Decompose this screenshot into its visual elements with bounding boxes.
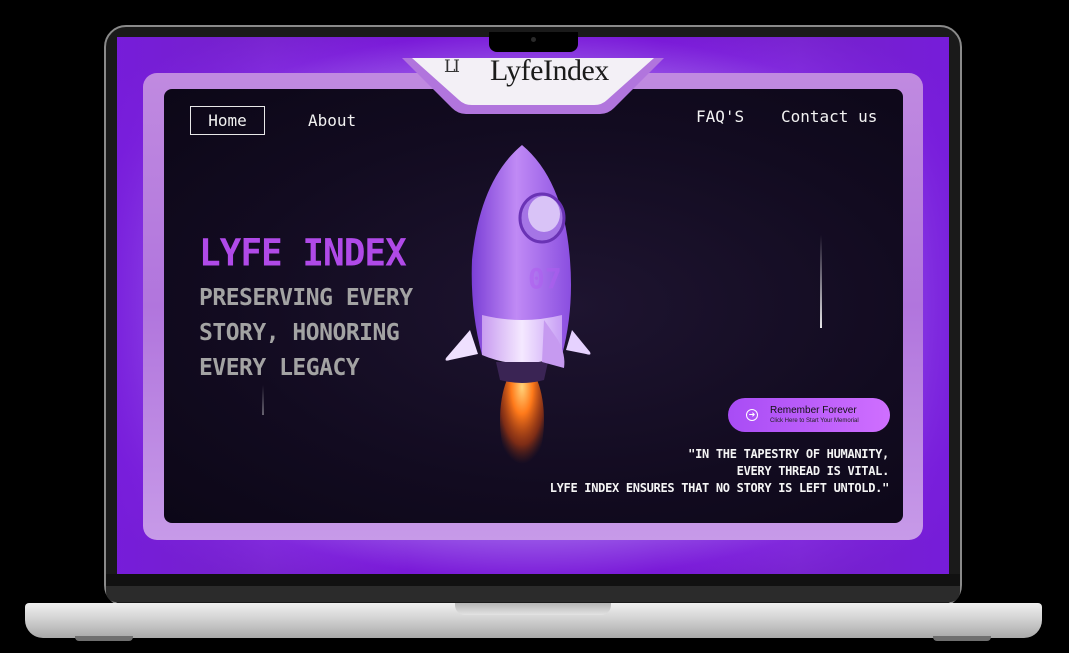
tagline-line: PRESERVING EVERY (199, 285, 413, 311)
brand-name[interactable]: LyfeIndex (490, 54, 609, 88)
rocket-illustration: 07 (445, 145, 591, 475)
hero-title: LYFE INDEX (199, 232, 407, 276)
nav-contact[interactable]: Contact us (781, 107, 877, 126)
logo-mark-icon[interactable]: LI (444, 57, 460, 77)
tagline-line: STORY, HONORING (199, 320, 400, 346)
laptop-foot-left (75, 636, 133, 641)
tagline-line: EVERY LEGACY (199, 355, 360, 381)
light-streak (262, 385, 264, 415)
hero-tagline: PRESERVING EVERY STORY, HONORING EVERY L… (199, 281, 413, 386)
cta-title: Remember Forever (770, 405, 857, 416)
camera-icon (531, 37, 536, 42)
quote-line: LYFE INDEX ENSURES THAT NO STORY IS LEFT… (549, 481, 890, 495)
trackpad-notch (455, 603, 611, 615)
nav-home[interactable]: Home (190, 106, 265, 135)
hero-quote: "IN THE TAPESTRY OF HUMANITY, EVERY THRE… (549, 446, 890, 497)
cta-subtitle: Click Here to Start Your Memorial (770, 418, 859, 424)
remember-forever-button[interactable]: ➜ Remember Forever Click Here to Start Y… (728, 398, 890, 432)
quote-line: EVERY THREAD IS VITAL. (736, 464, 890, 478)
screen-bezel (106, 574, 960, 586)
laptop-foot-right (933, 636, 991, 641)
laptop-hinge (106, 586, 960, 602)
camera-notch (489, 32, 578, 52)
rocket-marking: 07 (528, 262, 562, 295)
nav-about[interactable]: About (308, 111, 356, 130)
light-streak (820, 235, 822, 328)
nav-faq[interactable]: FAQ'S (696, 107, 744, 126)
quote-line: "IN THE TAPESTRY OF HUMANITY, (688, 447, 889, 461)
arrow-circle-icon: ➜ (746, 409, 758, 421)
